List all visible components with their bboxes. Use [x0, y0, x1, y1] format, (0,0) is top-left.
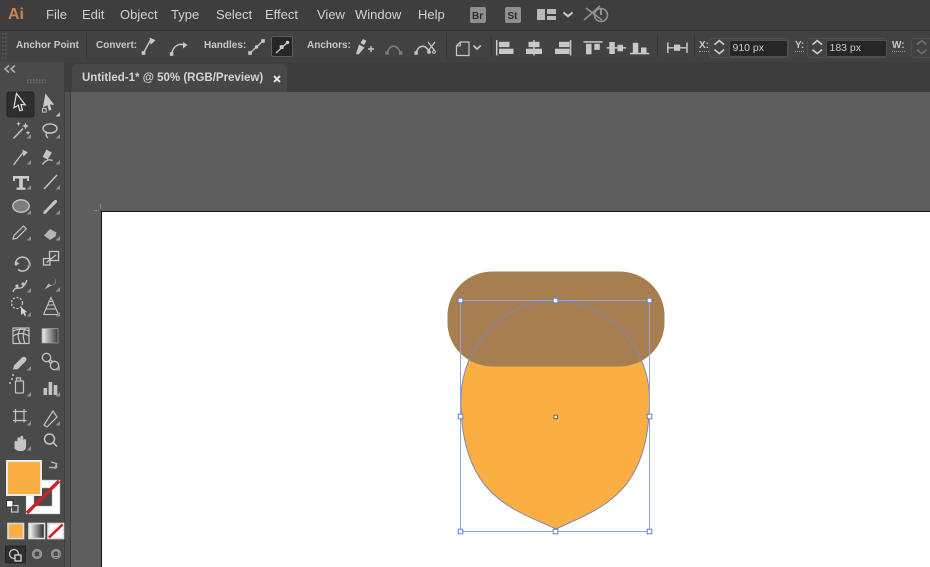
svg-text:Br: Br	[472, 11, 483, 22]
svg-text:St: St	[508, 11, 519, 22]
